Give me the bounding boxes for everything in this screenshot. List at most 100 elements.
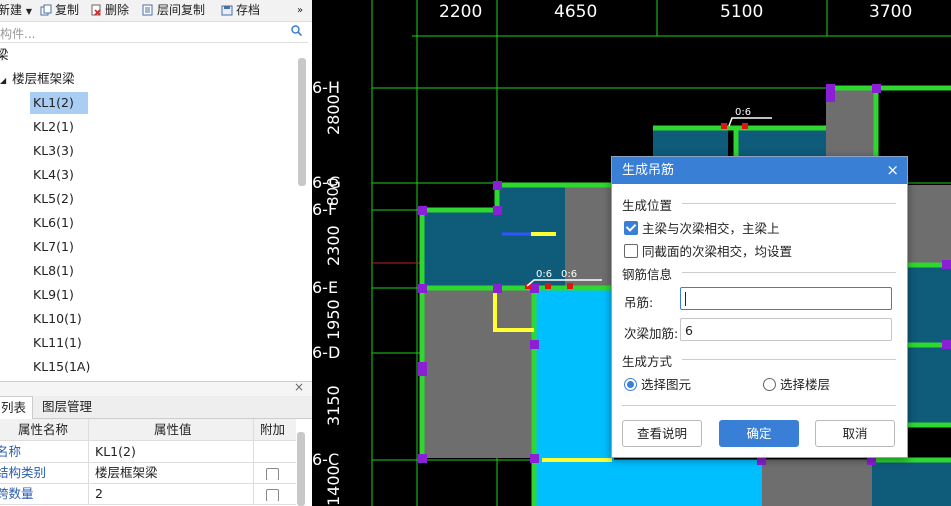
hanger-tag: 0:6: [536, 269, 553, 280]
secondary-rebar-label: 次梁加筋:: [624, 326, 679, 341]
property-scrollbar[interactable]: [297, 432, 305, 506]
close-icon[interactable]: ×: [294, 380, 304, 394]
radio-icon[interactable]: [763, 378, 776, 391]
column-divider: [253, 441, 254, 462]
tree-root[interactable]: 梁: [0, 44, 9, 66]
component-toolbar: 新建 ▼ 复制 删除 层间复制 存档 »: [0, 0, 312, 22]
checkbox-icon[interactable]: [266, 489, 279, 501]
tab-layer-management[interactable]: 图层管理: [36, 396, 98, 418]
radio-floor-label: 选择楼层: [780, 377, 831, 392]
side-dim-5: 3150: [324, 385, 343, 426]
side-dim-6: 1400: [324, 465, 343, 506]
side-dim-4: 1950: [324, 299, 343, 340]
cancel-button[interactable]: 取消: [815, 420, 895, 447]
extra-checkbox[interactable]: [266, 466, 279, 480]
tree-group-frame-beam[interactable]: ◢ 楼层框架梁: [0, 68, 75, 90]
component-tree: 梁 ◢ 楼层框架梁 KL1(2) KL2(1) KL3(3) KL4(3) KL5(2) K…: [0, 44, 298, 380]
tree-item[interactable]: KL11(1): [30, 332, 85, 354]
tree-item[interactable]: KL5(2): [30, 188, 77, 210]
column-divider: [88, 441, 89, 462]
footer-divider: [622, 405, 896, 406]
new-button[interactable]: 新建 ▼: [0, 2, 32, 19]
side-dim-2: 800: [324, 177, 342, 206]
tree-item[interactable]: KL9(1): [30, 284, 77, 306]
section-position: 生成位置: [622, 198, 673, 213]
archive-button[interactable]: 存档: [221, 2, 260, 19]
checkbox-icon[interactable]: [266, 468, 279, 480]
tree-item[interactable]: KL15(1A): [30, 356, 93, 378]
header-name: 属性名称: [18, 422, 69, 437]
section-rebar: 钢筋信息: [622, 267, 673, 282]
text-cursor: [685, 292, 686, 306]
section-method: 生成方式: [622, 354, 673, 369]
generate-hanger-dialog: 生成吊筋 × 生成位置 主梁与次梁相交，主梁上 同截面的次梁相交，均设置 钢筋信…: [611, 156, 908, 458]
copy-label: 复制: [55, 3, 80, 17]
top-dim-2: 4650: [554, 2, 598, 22]
tree-item[interactable]: KL8(1): [30, 260, 77, 282]
property-value[interactable]: 2: [95, 483, 103, 504]
delete-icon: [90, 4, 102, 16]
side-dim-3: 2300: [324, 225, 343, 266]
ok-button[interactable]: 确定: [719, 420, 799, 447]
radio-pick-floor[interactable]: 选择楼层: [763, 374, 830, 393]
table-row[interactable]: 名称 KL1(2): [0, 441, 296, 463]
hanger-label: 吊筋:: [624, 295, 654, 310]
delete-button[interactable]: 删除: [90, 2, 129, 19]
tree-item[interactable]: KL3(3): [30, 140, 77, 162]
property-value[interactable]: KL1(2): [95, 441, 136, 462]
tree-group-label: 楼层框架梁: [12, 71, 75, 86]
section-divider: [682, 359, 896, 360]
tree-item[interactable]: KL7(1): [30, 236, 77, 258]
left-panel: 新建 ▼ 复制 删除 层间复制 存档 » 构件... 梁 ◢ 楼层框架梁 KL1(…: [0, 0, 312, 506]
column-divider: [88, 483, 89, 504]
section-divider: [682, 203, 896, 204]
copy-button[interactable]: 复制: [40, 2, 79, 19]
tree-item[interactable]: KL10(1): [30, 308, 85, 330]
radio-pick-element[interactable]: 选择图元: [624, 374, 691, 393]
header-value: 属性值: [154, 422, 192, 437]
collapse-arrow-icon[interactable]: ◢: [0, 76, 6, 85]
property-name: 结构类别: [0, 465, 47, 480]
column-divider: [253, 483, 254, 504]
column-divider: [88, 462, 89, 483]
copy-icon: [40, 4, 52, 16]
tree-item[interactable]: KL6(1): [30, 212, 77, 234]
checkbox-icon[interactable]: [624, 244, 638, 258]
top-dim-1: 2200: [439, 2, 483, 22]
opt-main-secondary-label: 主梁与次梁相交，主梁上: [642, 221, 780, 236]
property-name: 名称: [0, 444, 22, 459]
opt-same-section[interactable]: 同截面的次梁相交，均设置: [624, 241, 792, 260]
side-dim-1: 2800: [324, 94, 343, 135]
top-dim-4: 3700: [869, 2, 913, 22]
opt-main-secondary[interactable]: 主梁与次梁相交，主梁上: [624, 218, 780, 237]
top-dim-3: 5100: [720, 2, 764, 22]
panel-separator: ×: [0, 380, 312, 396]
close-icon[interactable]: ×: [886, 157, 899, 184]
floor-copy-button[interactable]: 层间复制: [142, 2, 205, 19]
table-row[interactable]: 跨数量 2: [0, 483, 296, 505]
search-icon[interactable]: [291, 25, 303, 39]
property-name: 跨数量: [0, 486, 34, 501]
table-row[interactable]: 结构类别 楼层框架梁: [0, 462, 296, 484]
tree-item[interactable]: KL4(3): [30, 164, 77, 186]
extra-checkbox[interactable]: [266, 487, 279, 501]
new-label: 新建: [0, 3, 23, 17]
toolbar-more-button[interactable]: »: [297, 2, 303, 19]
dialog-titlebar[interactable]: 生成吊筋 ×: [612, 157, 907, 184]
tree-item[interactable]: KL2(1): [30, 116, 77, 138]
property-value[interactable]: 楼层框架梁: [95, 462, 158, 483]
checkbox-checked-icon[interactable]: [624, 221, 638, 235]
tree-item[interactable]: KL1(2): [30, 92, 88, 114]
opt-same-section-label: 同截面的次梁相交，均设置: [642, 244, 793, 259]
radio-selected-icon[interactable]: [624, 378, 637, 391]
tab-property-list[interactable]: 列表: [0, 396, 34, 419]
secondary-rebar-input[interactable]: 6: [680, 318, 892, 341]
component-search[interactable]: 构件...: [0, 22, 308, 43]
tree-scrollbar[interactable]: [298, 58, 306, 186]
help-button[interactable]: 查看说明: [622, 420, 702, 447]
column-divider: [253, 462, 254, 483]
hanger-tag: 0:6: [735, 107, 752, 118]
hanger-input[interactable]: [680, 287, 892, 310]
header-extra: 附加: [260, 422, 286, 437]
delete-label: 删除: [105, 3, 130, 17]
